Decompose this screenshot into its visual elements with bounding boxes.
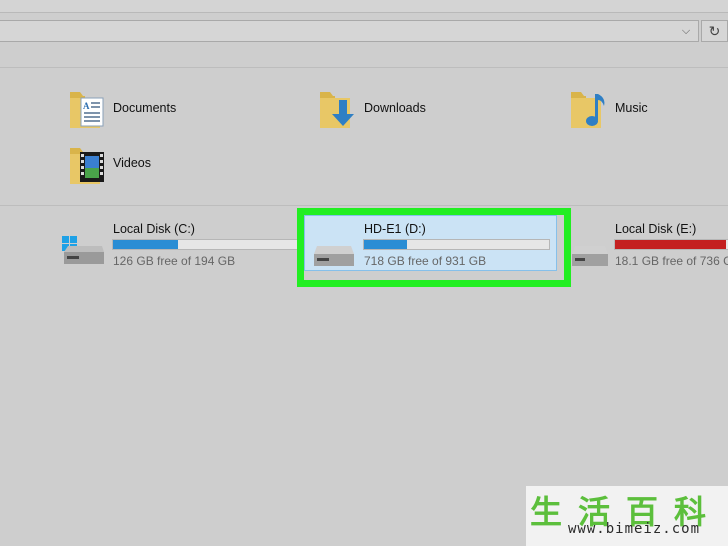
highlight-box [297, 208, 571, 287]
window-top-bar [0, 0, 728, 13]
drive-space-info: 18.1 GB free of 736 GB [615, 254, 728, 268]
folder-documents[interactable]: A [68, 86, 108, 135]
folder-label: Videos [113, 156, 151, 170]
documents-folder-icon: A [70, 92, 104, 128]
drive-usage-fill [615, 240, 726, 249]
folder-label: Documents [113, 101, 177, 115]
drive-usage-bar [614, 239, 728, 250]
folder-music[interactable] [569, 86, 609, 135]
downloads-folder-icon [320, 92, 354, 128]
address-history-dropdown-icon[interactable]: ⌵ [679, 24, 693, 38]
drive-name: Local Disk (E:) [615, 222, 697, 236]
windows-drive-icon [62, 236, 104, 264]
hard-drive-icon [572, 246, 608, 266]
address-bar[interactable] [0, 20, 699, 42]
refresh-button[interactable]: ↻ [701, 20, 728, 42]
section-divider [0, 205, 728, 206]
watermark-url: www.bimeiz.com [568, 521, 701, 537]
section-divider [0, 67, 728, 68]
drive-usage-fill [113, 240, 179, 249]
drive-space-info: 126 GB free of 194 GB [113, 254, 236, 268]
folder-label: Music [615, 101, 648, 115]
folder-downloads[interactable] [318, 86, 358, 135]
svg-text:A: A [83, 101, 90, 111]
music-folder-icon [571, 92, 605, 128]
folder-videos[interactable] [68, 142, 108, 191]
videos-folder-icon [70, 148, 104, 184]
drive-name: Local Disk (C:) [113, 222, 195, 236]
folder-label: Downloads [364, 101, 426, 115]
drive-usage-bar [112, 239, 300, 250]
